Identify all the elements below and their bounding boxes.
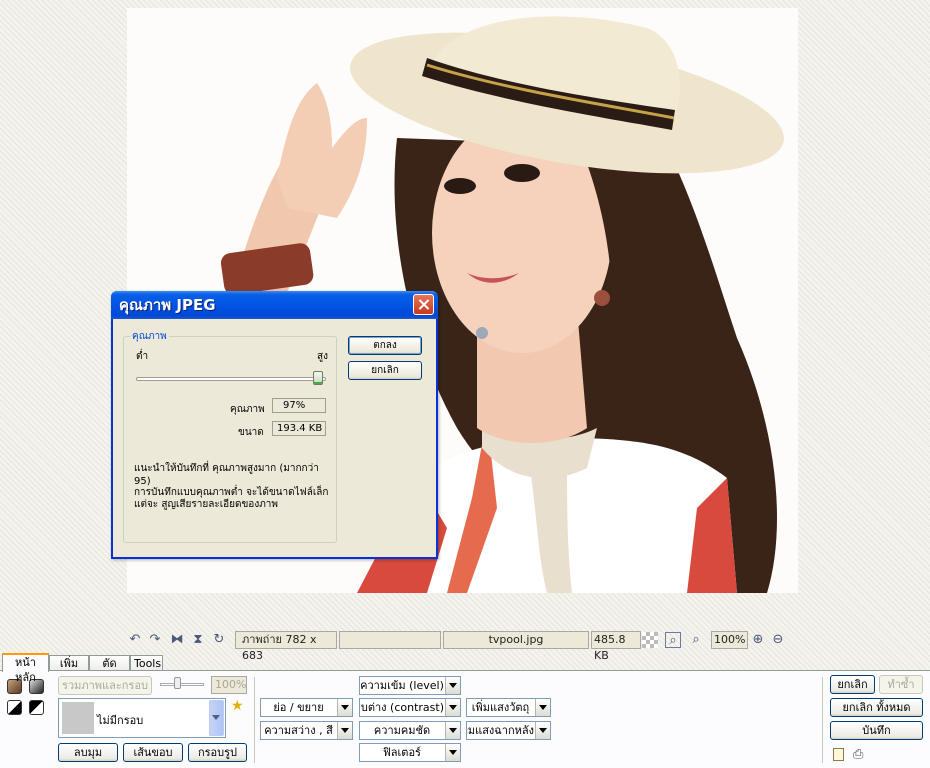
flip-horizontal-icon[interactable]: ⧓ (169, 632, 185, 648)
save-button[interactable]: บันทึก (830, 721, 923, 740)
opacity-value: 100% (211, 676, 247, 694)
quality-group: คุณภาพ ต่ำ สูง คุณภาพ 97% ขนาด 193.4 KB … (123, 329, 337, 543)
status-extra (339, 631, 441, 649)
close-icon[interactable] (413, 294, 434, 315)
resize-dropdown[interactable]: ย่อ / ขยาย (260, 698, 353, 717)
resize-label: ย่อ / ขยาย (273, 701, 324, 714)
quality-value: 97% (272, 398, 326, 413)
dialog-title: คุณภาพ JPEG (119, 296, 216, 314)
tip-text-3: แต่จะ สูญเสียรายละเอียดของภาพ (134, 499, 278, 510)
round-corner-button[interactable]: ลบมุม (58, 743, 118, 762)
new-file-icon[interactable] (833, 748, 844, 761)
chevron-down-icon[interactable] (337, 699, 352, 716)
ok-button[interactable]: ตกลง (348, 336, 422, 355)
chevron-down-icon[interactable] (535, 722, 550, 739)
bw-swatch[interactable] (7, 700, 22, 715)
level-dropdown[interactable]: ความเข้ม (level) (359, 676, 461, 695)
quality-slider-thumb[interactable] (313, 371, 323, 385)
filter-label: ฟิลเตอร์ (383, 746, 421, 759)
chevron-down-icon[interactable] (445, 699, 460, 716)
contrast-dropdown[interactable]: เปรียบต่าง (contrast) (359, 698, 461, 717)
size-value: 193.4 KB (272, 421, 326, 436)
contrast-label: เปรียบต่าง (contrast) (360, 701, 444, 714)
zoom-in-icon[interactable]: ⊕ (750, 632, 766, 648)
quality-slider-track[interactable] (136, 377, 326, 381)
frame-dropdown-value: ไม่มีกรอบ (97, 714, 144, 727)
cancel-button[interactable]: ยกเลิก (348, 361, 422, 380)
light-background-dropdown[interactable]: เพิ่มแสงฉากหลัง (466, 721, 551, 740)
level-label: ความเข้ม (level) (360, 679, 444, 692)
flip-vertical-icon[interactable]: ⧗ (190, 632, 206, 648)
separator (822, 677, 823, 763)
light-background-label: เพิ่มแสงฉากหลัง (467, 724, 534, 737)
chevron-down-icon[interactable] (209, 700, 224, 736)
light-object-dropdown[interactable]: เพิ่มแสงวัตถุ (466, 698, 551, 717)
print-icon[interactable]: ⎙ (853, 747, 863, 762)
undo-all-button[interactable]: ยกเลิก ทั้งหมด (830, 698, 923, 717)
sharpen-label: ความคมชัด (373, 724, 431, 737)
jpeg-quality-dialog: คุณภาพ JPEG คุณภาพ ต่ำ สูง คุณภาพ 97% ขน… (111, 291, 438, 559)
zoom-fit-icon[interactable]: ⌕ (665, 632, 681, 648)
quality-group-label: คุณภาพ (130, 329, 169, 344)
frame-dropdown[interactable]: ไม่มีกรอบ (58, 698, 226, 738)
image-dimensions: ภาพถ่าย 782 x 683 (235, 631, 337, 662)
chevron-down-icon[interactable] (337, 722, 352, 739)
filter-dropdown[interactable]: ฟิลเตอร์ (359, 743, 461, 762)
tab-tools[interactable]: Tools (130, 655, 163, 671)
light-object-label: เพิ่มแสงวัตถุ (471, 701, 530, 714)
dialog-title-bar[interactable]: คุณภาพ JPEG (111, 291, 438, 319)
size-label: ขนาด (238, 427, 264, 438)
chevron-down-icon[interactable] (445, 744, 460, 761)
zoom-actual-icon[interactable]: ⌕ (688, 632, 704, 648)
photo-frame-button[interactable]: กรอบรูป (188, 743, 247, 762)
chevron-down-icon[interactable] (445, 722, 460, 739)
rotate-right-icon[interactable]: ↷ (147, 632, 163, 648)
quality-label: คุณภาพ (230, 404, 265, 415)
tools-panel: รวมภาพและกรอบ 100% ไม่มีกรอบ ★ ลบมุม เส้… (0, 670, 930, 768)
brightness-dropdown[interactable]: ความสว่าง , สี (260, 721, 353, 740)
zoom-out-icon[interactable]: ⊖ (770, 632, 786, 648)
zoom-level: 100% (711, 631, 748, 649)
inverse-swatch[interactable] (29, 700, 44, 715)
low-label: ต่ำ (136, 351, 149, 362)
brightness-label: ความสว่าง , สี (264, 724, 333, 737)
opacity-slider-thumb[interactable] (174, 677, 181, 689)
status-bar: ↶ ↷ ⧓ ⧗ ↻ ภาพถ่าย 782 x 683 tvpool.jpg 4… (127, 630, 930, 662)
opacity-slider[interactable] (160, 683, 204, 686)
border-button[interactable]: เส้นขอบ (123, 743, 183, 762)
undo-button[interactable]: ยกเลิก (830, 675, 875, 694)
chevron-down-icon[interactable] (535, 699, 550, 716)
tab-crop[interactable]: ตัดภาพ (89, 655, 130, 685)
transparency-icon[interactable] (642, 632, 658, 648)
redo-button[interactable]: ทำซ้ำ (879, 675, 923, 694)
star-icon[interactable]: ★ (231, 698, 244, 714)
rotate-left-icon[interactable]: ↶ (127, 632, 143, 648)
frame-thumbnail (62, 702, 94, 734)
rotate-free-icon[interactable]: ↻ (211, 632, 227, 648)
chevron-down-icon[interactable] (445, 677, 460, 694)
tip-text-1: แนะนำให้บันทึกที่ คุณภาพสูงมาก (มากกว่า … (134, 463, 319, 487)
tab-add-object[interactable]: เพิ่มวัตถุ (49, 655, 89, 685)
separator (254, 677, 255, 763)
high-label: สูง (317, 351, 328, 362)
merge-frame-button[interactable]: รวมภาพและกรอบ (58, 676, 152, 695)
filesize: 485.8 KB (591, 631, 641, 662)
sharpen-dropdown[interactable]: ความคมชัด (359, 721, 461, 740)
filename: tvpool.jpg (443, 631, 589, 649)
tab-home[interactable]: หน้าหลัก (2, 653, 49, 684)
